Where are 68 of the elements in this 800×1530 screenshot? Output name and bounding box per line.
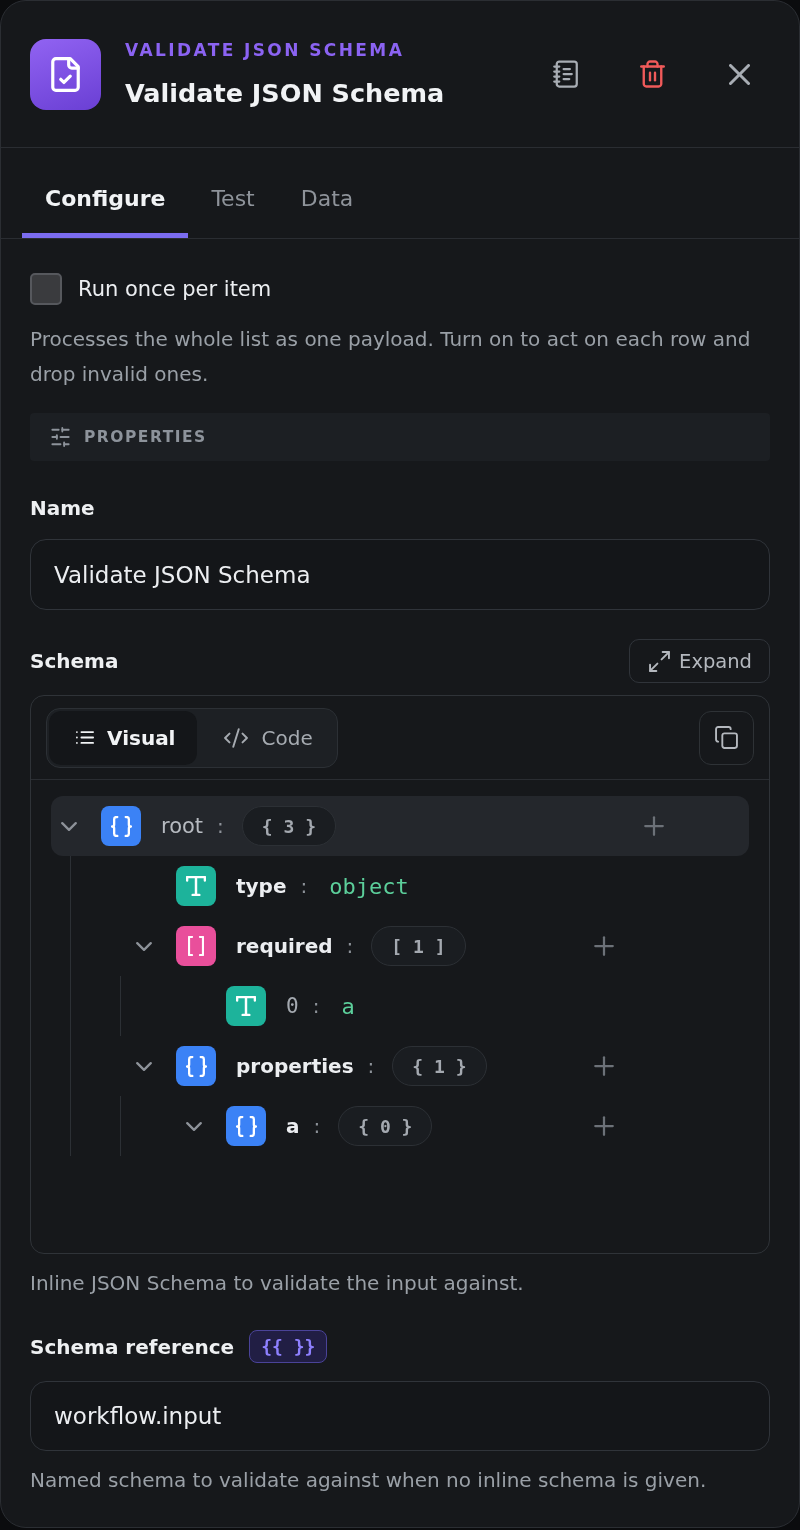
count-badge: [ 1 ]: [371, 926, 466, 966]
node-title: Validate JSON Schema: [125, 77, 446, 110]
code-icon: [224, 727, 249, 748]
plus-icon[interactable]: [594, 1116, 614, 1136]
key-separator: :: [217, 814, 224, 838]
variable-badge: {{ }}: [249, 1330, 328, 1363]
key-separator: :: [346, 934, 354, 958]
property-key: type: [236, 874, 287, 898]
property-value: a: [341, 993, 355, 1019]
field-label: Schema: [30, 648, 119, 675]
help-text: Processes the whole list as one payload. Turn on to act on each row and drop invalid ones.: [30, 326, 752, 388]
braces-type-icon: [226, 1106, 266, 1146]
copy-icon: [715, 726, 738, 749]
list-icon: [76, 731, 94, 744]
trash-icon: [639, 60, 665, 88]
text-type-icon: [176, 866, 216, 906]
chevron-down-icon[interactable]: [136, 941, 152, 951]
chevron-down-icon[interactable]: [61, 821, 77, 831]
checkbox-label: Run once per item: [78, 276, 272, 303]
schema-reference-field[interactable]: workflow.input: [30, 1381, 770, 1451]
field-label: Schema reference: [30, 1333, 235, 1361]
help-text: Named schema to validate against when no inline schema is given.: [30, 1467, 707, 1494]
tab[interactable]: Data: [277, 148, 377, 238]
tree-row[interactable]: type : object: [126, 856, 749, 916]
expand-icon: [649, 650, 671, 672]
tab[interactable]: Test: [188, 148, 278, 238]
checkbox[interactable]: [30, 273, 62, 305]
plus-icon[interactable]: [594, 1056, 614, 1076]
help-text: Inline JSON Schema to validate the input against.: [30, 1270, 524, 1297]
property-key: properties: [236, 1054, 354, 1078]
view-tab[interactable]: Code: [197, 710, 335, 765]
tree-row[interactable]: required : [ 1 ]: [126, 916, 749, 976]
tab[interactable]: Configure: [22, 148, 189, 238]
node-type-label: VALIDATE JSON SCHEMA: [125, 39, 406, 62]
tree-row[interactable]: properties : { 1 }: [126, 1036, 749, 1096]
tree-row[interactable]: 0 : a: [176, 976, 749, 1036]
property-key: a: [286, 1114, 300, 1138]
tree-row[interactable]: a : { 0 }: [176, 1096, 749, 1156]
braces-type-icon: [101, 806, 141, 846]
chevron-down-icon[interactable]: [136, 1061, 152, 1071]
plus-icon[interactable]: [594, 936, 614, 956]
section-title: PROPERTIES: [84, 428, 207, 446]
text-type-icon: [226, 986, 266, 1026]
plus-icon[interactable]: [644, 816, 664, 836]
key-separator: :: [312, 994, 320, 1018]
brackets-type-icon: [176, 926, 216, 966]
key-separator: :: [367, 1054, 375, 1078]
sliders-icon: [51, 427, 70, 447]
property-key: 0: [286, 994, 299, 1018]
expand-button[interactable]: Expand: [629, 639, 770, 683]
copy-button[interactable]: [699, 710, 754, 765]
property-key: required: [236, 934, 333, 958]
close-icon: [728, 63, 750, 85]
name-field[interactable]: Validate JSON Schema: [30, 539, 770, 610]
count-badge: { 1 }: [392, 1046, 487, 1086]
braces-type-icon: [176, 1046, 216, 1086]
property-key: root: [161, 814, 204, 838]
view-tab[interactable]: Visual: [49, 710, 198, 765]
key-separator: :: [300, 874, 308, 898]
key-separator: :: [313, 1114, 321, 1138]
chevron-down-icon[interactable]: [186, 1121, 202, 1131]
tree-row[interactable]: root : { 3 }: [51, 796, 749, 856]
notebook-icon: [552, 60, 578, 88]
count-badge: { 3 }: [241, 806, 337, 846]
property-value: object: [329, 873, 409, 899]
count-badge: { 0 }: [338, 1106, 433, 1146]
document-check-icon: [30, 38, 101, 110]
field-label: Name: [30, 495, 95, 522]
